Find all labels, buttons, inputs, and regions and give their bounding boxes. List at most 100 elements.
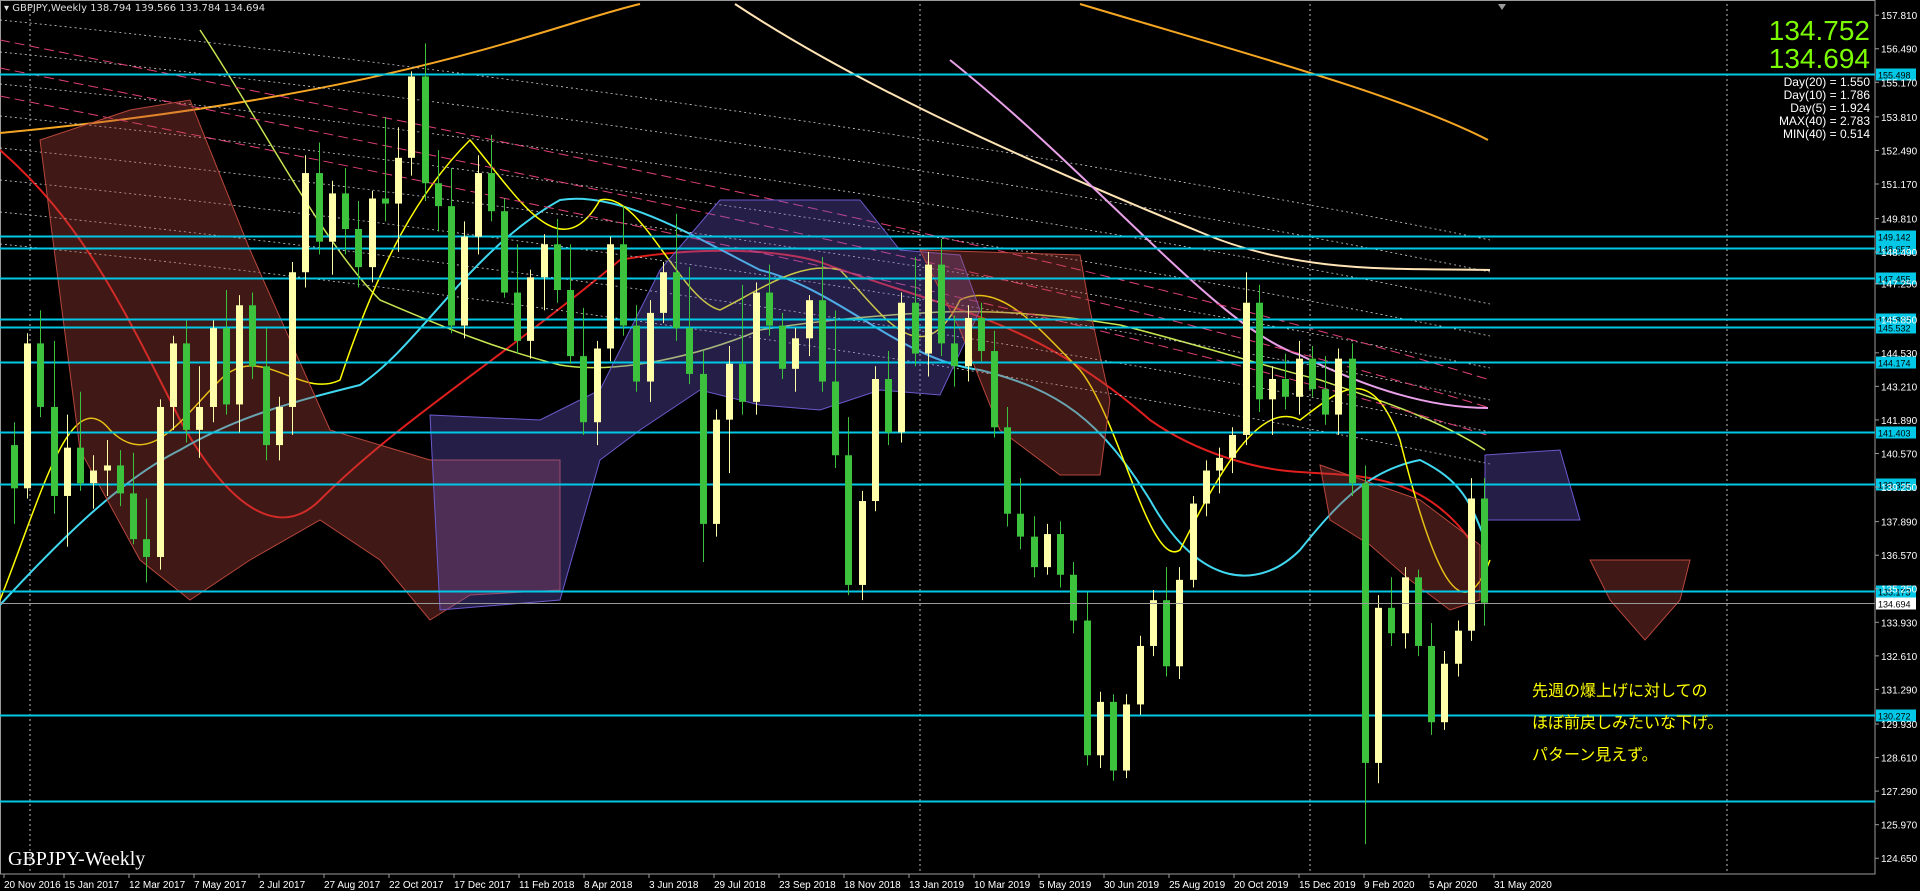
candle-body: [183, 343, 190, 430]
candle-body: [766, 292, 773, 326]
candle-body: [554, 244, 561, 291]
candle-body: [263, 366, 270, 446]
chart-watermark: GBPJPY-Weekly: [8, 848, 146, 870]
y-tick-label: 151.170: [1881, 180, 1918, 191]
x-tick-label: 11 Feb 2018: [519, 880, 575, 891]
x-tick-label: 7 May 2017: [194, 880, 247, 891]
y-tick-label: 149.810: [1881, 215, 1918, 226]
candle-body: [448, 206, 455, 326]
candle-body: [1296, 358, 1303, 397]
x-tick-label: 9 Feb 2020: [1364, 880, 1415, 891]
candle-body: [885, 379, 892, 433]
x-tick-label: 12 Mar 2017: [129, 880, 186, 891]
candle-body: [475, 173, 482, 237]
candle-body: [607, 244, 614, 349]
candle-body: [329, 193, 336, 242]
x-tick-label: 20 Nov 2016: [4, 880, 61, 891]
candle-body: [1176, 579, 1183, 667]
candle-body: [1190, 503, 1197, 580]
candle-body: [1362, 483, 1369, 763]
y-tick-label: 152.490: [1881, 146, 1918, 157]
candle-body: [289, 272, 296, 407]
y-tick-label: 139.250: [1881, 483, 1918, 494]
y-tick-label: 147.250: [1881, 280, 1918, 291]
candle-body: [673, 272, 680, 329]
annotation-line: ほぼ前戻しみたいな下げ。: [1532, 713, 1724, 732]
candle-body: [64, 447, 71, 496]
ichimoku-cloud: [1589, 559, 1691, 641]
candle-body: [912, 302, 919, 354]
candle-body: [951, 343, 958, 367]
candle-body: [157, 406, 164, 557]
indicator-line: [1079, 3, 1489, 141]
candle-body: [832, 381, 839, 456]
chart-title-bar: ▾ GBPJPY,Weekly 138.794 139.566 133.784 …: [4, 3, 265, 14]
candle-body: [1163, 600, 1170, 667]
y-tick-label: 156.490: [1881, 45, 1918, 56]
chart-window[interactable]: 155.498 149.142 148.657 147.455 145.862 145.5…: [0, 0, 1920, 891]
x-tick-label: 3 Jun 2018: [649, 880, 699, 891]
y-tick-label: 148.490: [1881, 248, 1918, 259]
candle-body: [1441, 663, 1448, 723]
candle-body: [859, 501, 866, 585]
x-tick-label: 20 Oct 2019: [1234, 880, 1289, 891]
candle-body: [806, 300, 813, 339]
candle-body: [11, 445, 18, 489]
candle-body: [713, 419, 720, 524]
candle-body: [342, 193, 349, 229]
candle-body: [753, 292, 760, 402]
candle-body: [316, 173, 323, 242]
candle-body: [792, 338, 799, 369]
candle-body: [369, 198, 376, 268]
y-tick-label: 157.810: [1881, 11, 1918, 22]
candle-body: [210, 328, 217, 407]
candle-body: [1468, 498, 1475, 631]
candle-body: [739, 363, 746, 402]
candle-body: [580, 356, 587, 423]
candle-body: [435, 183, 442, 207]
candle-body: [90, 470, 97, 484]
x-tick-label: 23 Sep 2018: [779, 880, 836, 891]
candle-body: [104, 465, 111, 471]
candle-body: [130, 493, 137, 540]
candle-body: [77, 447, 84, 484]
x-tick-label: 17 Dec 2017: [454, 880, 511, 891]
candle-body: [726, 363, 733, 420]
candle-body: [276, 406, 283, 446]
candle-body: [898, 302, 905, 433]
candle-body: [1004, 427, 1011, 514]
candle-body: [1017, 513, 1024, 537]
candle-body: [1375, 607, 1382, 763]
candle-body: [779, 325, 786, 369]
current-price-label: 134.694: [1878, 600, 1911, 610]
candle-body: [1123, 704, 1130, 771]
candle-body: [1428, 645, 1435, 723]
x-tick-label: 27 Aug 2017: [324, 880, 381, 891]
y-tick-label: 140.570: [1881, 449, 1918, 460]
candle-body: [1150, 600, 1157, 646]
y-tick-label: 129.930: [1881, 720, 1918, 731]
candle-body: [1137, 645, 1144, 705]
candle-body: [660, 272, 667, 313]
candle-body: [1349, 358, 1356, 484]
candle-body: [1481, 498, 1488, 603]
candle-body: [1335, 358, 1342, 415]
candle-body: [408, 76, 415, 158]
x-tick-label: 15 Jan 2017: [64, 880, 119, 891]
candle-body: [1322, 389, 1329, 415]
x-tick-label: 10 Mar 2019: [974, 880, 1031, 891]
candle-body: [1309, 358, 1316, 390]
candle-body: [1110, 701, 1117, 771]
candle-body: [1243, 302, 1250, 435]
y-tick-label: 127.290: [1881, 787, 1918, 798]
candle-body: [938, 264, 945, 344]
volatility-stats: Day(20) = 1.550 Day(10) = 1.786 Day(5) =…: [1779, 76, 1870, 141]
candle-body: [170, 343, 177, 407]
candle-body: [355, 229, 362, 268]
candle-body: [978, 317, 985, 352]
y-tick-label: 155.170: [1881, 78, 1918, 89]
candle-body: [686, 328, 693, 374]
y-tick-label: 141.890: [1881, 416, 1918, 427]
candle-body: [51, 406, 58, 496]
annotation-line: パターン見えず。: [1532, 745, 1658, 764]
